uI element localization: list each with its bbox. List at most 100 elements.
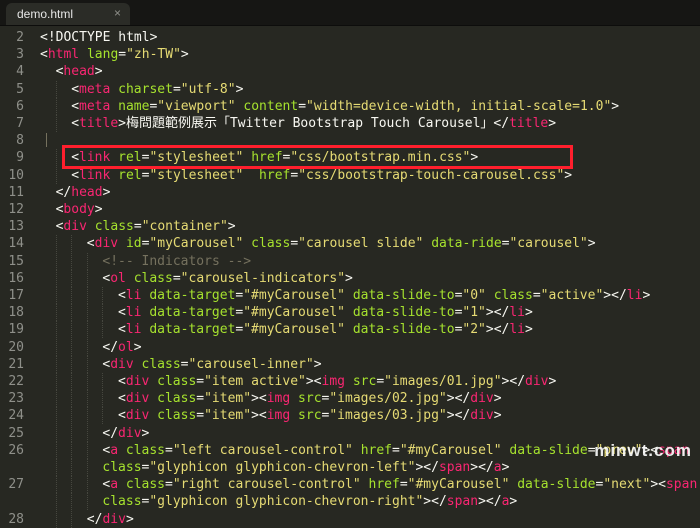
code-token [134, 357, 142, 372]
code-token: "1" [462, 305, 485, 320]
code-token: head [63, 64, 94, 79]
code-token: class [95, 219, 134, 234]
code-line[interactable]: 10<link rel="stylesheet" href="css/boots… [0, 167, 700, 184]
indent-guide [71, 339, 72, 356]
code-editor[interactable]: 2<!DOCTYPE html>3<html lang="zh-TW">4<he… [0, 26, 700, 466]
code-token: = [298, 99, 306, 114]
code-line[interactable]: 23<div class="item"><img src="images/02.… [0, 390, 700, 407]
indent-guide [56, 98, 57, 115]
code-token: href [369, 477, 400, 492]
code-token: <!DOCTYPE html> [40, 30, 157, 45]
code-line[interactable]: 7<title>梅問題範例展示「Twitter Bootstrap Touch … [0, 115, 700, 132]
code-text: <li data-target="#myCarousel" data-slide… [118, 321, 533, 338]
line-number: 8 [0, 132, 24, 149]
code-line[interactable]: class="glyphicon glyphicon-chevron-right… [0, 493, 700, 510]
code-token: > [142, 426, 150, 441]
code-line[interactable]: 2<!DOCTYPE html> [0, 29, 700, 46]
code-token: ></ [415, 460, 438, 475]
code-token: class [494, 288, 533, 303]
code-line[interactable]: 21<div class="carousel-inner"> [0, 356, 700, 373]
code-token: src [298, 408, 321, 423]
code-token [243, 236, 251, 251]
code-token: </ [87, 512, 103, 527]
code-token: "#myCarousel" [400, 443, 502, 458]
indent-guide [71, 459, 72, 476]
code-text: <a class="right carousel-control" href="… [102, 476, 697, 493]
line-number: 21 [0, 356, 24, 373]
code-token: = [165, 477, 173, 492]
code-token: li [126, 322, 142, 337]
code-token: "css/bootstrap-touch-carousel.css" [298, 168, 564, 183]
code-token: "images/02.jpg" [329, 391, 446, 406]
code-token: div [126, 374, 149, 389]
code-line[interactable]: 28</div> [0, 511, 700, 528]
line-number: 27 [0, 476, 24, 493]
code-token [290, 391, 298, 406]
code-token: > [642, 288, 650, 303]
indent-guide [56, 81, 57, 98]
code-token: ></ [502, 374, 525, 389]
indent-guide [71, 442, 72, 459]
watermark: minwt.com [594, 441, 692, 461]
code-line[interactable]: 11</head> [0, 184, 700, 201]
code-line[interactable]: 3<html lang="zh-TW"> [0, 46, 700, 63]
indent-guide [56, 511, 57, 528]
line-number: 19 [0, 321, 24, 338]
code-token: head [71, 185, 102, 200]
code-token: "stylesheet" [149, 168, 243, 183]
code-token: class [142, 357, 181, 372]
close-tab-icon[interactable]: × [114, 6, 121, 20]
code-text: <div class="item"><img src="images/03.jp… [118, 407, 502, 424]
indent-guide [56, 149, 57, 166]
code-token: > [494, 408, 502, 423]
code-token: </ [56, 185, 72, 200]
code-token [345, 288, 353, 303]
code-token: data-slide-to [353, 305, 455, 320]
code-token: < [118, 322, 126, 337]
code-line[interactable]: 24<div class="item"><img src="images/03.… [0, 407, 700, 424]
code-token: ></ [603, 288, 626, 303]
indent-guide [71, 235, 72, 252]
indent-guide [87, 493, 88, 510]
code-line[interactable]: 27<a class="right carousel-control" href… [0, 476, 700, 493]
code-token: class [102, 494, 141, 509]
line-number: 4 [0, 63, 24, 80]
code-line[interactable]: 12<body> [0, 201, 700, 218]
gutter-change-marker [46, 133, 47, 147]
indent-guide [87, 356, 88, 373]
code-line[interactable]: 16<ol class="carousel-indicators"> [0, 270, 700, 287]
code-token: ></ [486, 305, 509, 320]
code-token: class [134, 271, 173, 286]
code-text: </div> [87, 511, 134, 528]
code-token: >< [650, 477, 666, 492]
indent-guide [56, 304, 57, 321]
code-token [345, 322, 353, 337]
code-token [345, 305, 353, 320]
code-line[interactable]: 25</div> [0, 425, 700, 442]
code-token [110, 99, 118, 114]
code-token: </ [102, 426, 118, 441]
code-line[interactable]: 20</ol> [0, 339, 700, 356]
code-line[interactable]: 18<li data-target="#myCarousel" data-sli… [0, 304, 700, 321]
code-token: "images/03.jpg" [329, 408, 446, 423]
code-line[interactable]: 5<meta charset="utf-8"> [0, 81, 700, 98]
code-line[interactable]: 22<div class="item active"><img src="ima… [0, 373, 700, 390]
code-text: </head> [56, 184, 111, 201]
code-token: src [298, 391, 321, 406]
code-token: = [196, 374, 204, 389]
code-line[interactable]: 17<li data-target="#myCarousel" data-sli… [0, 287, 700, 304]
code-text: </ol> [102, 339, 141, 356]
code-line[interactable]: class="glyphicon glyphicon-chevron-left"… [0, 459, 700, 476]
code-token [126, 271, 134, 286]
code-line[interactable]: 14<div id="myCarousel" class="carousel s… [0, 235, 700, 252]
code-token: >< [306, 374, 322, 389]
code-line[interactable]: 19 <li data-target="#myCarousel" data-sli… [0, 321, 700, 338]
code-line[interactable]: 15<!-- Indicators --> [0, 253, 700, 270]
file-tab[interactable]: demo.html × [6, 3, 130, 25]
code-line[interactable]: 13<div class="container"> [0, 218, 700, 235]
code-line[interactable]: 6<meta name="viewport" content="width=de… [0, 98, 700, 115]
indent-guide [71, 270, 72, 287]
indent-guide [87, 442, 88, 459]
code-line[interactable]: 4<head> [0, 63, 700, 80]
code-token: >< [251, 391, 267, 406]
